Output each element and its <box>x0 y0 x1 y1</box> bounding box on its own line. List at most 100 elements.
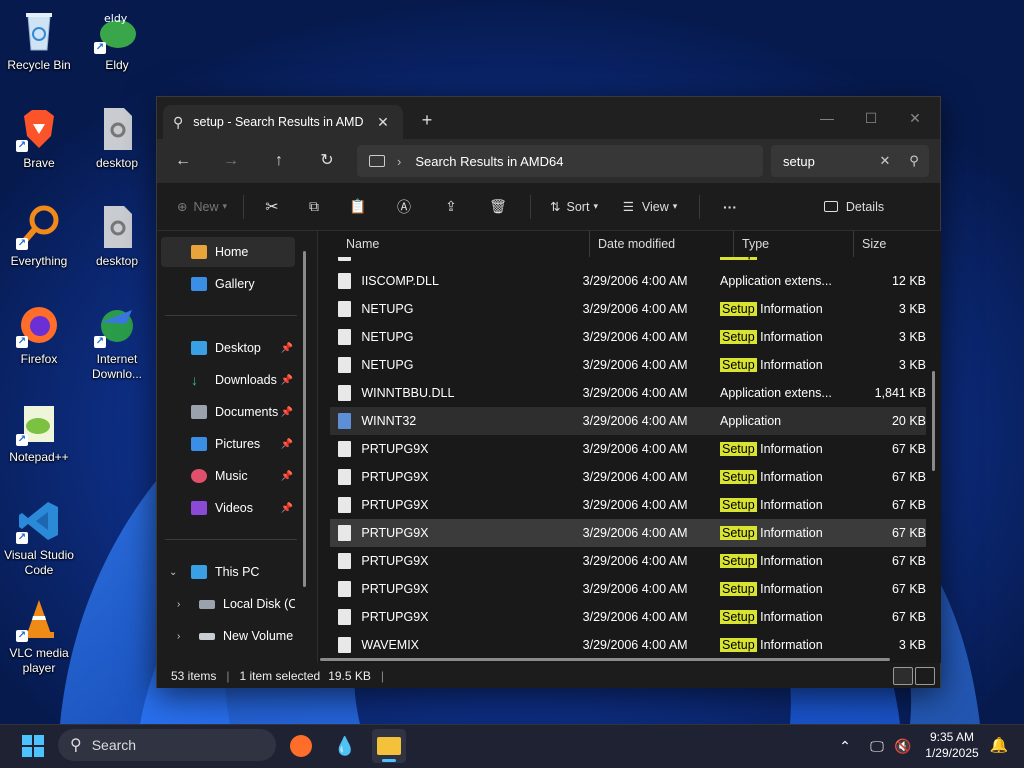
sidebar-item-videos[interactable]: Videos 📌 <box>161 493 295 523</box>
copy-button[interactable]: ⧉ <box>292 191 336 223</box>
desktop-file-icon-2[interactable]: desktop <box>79 204 155 269</box>
file-date: 3/29/2006 4:00 AM <box>582 386 688 400</box>
sidebar-item-local-disk[interactable]: › Local Disk (C:) <box>161 589 295 619</box>
sidebar-item-label: Pictures <box>215 437 261 451</box>
table-row[interactable]: PRTUPG9X 3/29/2006 4:00 AM Setup Informati… <box>330 435 926 463</box>
vscode-desktop-icon[interactable]: ↗ Visual Studio Code <box>1 498 77 578</box>
maximize-button[interactable]: ☐ <box>849 103 893 133</box>
clock[interactable]: 9:35 AM 1/29/2025 <box>920 729 984 761</box>
back-button[interactable]: ← <box>167 145 199 177</box>
sidebar-item-pictures[interactable]: Pictures 📌 <box>161 429 295 459</box>
file-type-text: Information <box>756 610 823 624</box>
sidebar-item-label: This PC <box>215 565 260 579</box>
chevron-down-icon[interactable]: ⌄ <box>169 567 177 578</box>
file-icon <box>338 469 352 485</box>
details-view-toggle[interactable] <box>893 667 913 685</box>
vlc-desktop-icon[interactable]: ↗ VLC media player <box>1 596 77 676</box>
up-button[interactable]: ↑ <box>263 145 295 177</box>
new-button[interactable]: ⊕ New ▾ <box>169 191 235 223</box>
search-highlight: Setup <box>719 526 757 540</box>
table-row[interactable]: PRTUPG9X 3/29/2006 4:00 AM Setup Informati… <box>330 575 926 603</box>
address-bar[interactable]: › Search Results in AMD64 <box>357 145 763 177</box>
sidebar-item-new-volume[interactable]: › New Volume (I <box>161 621 295 651</box>
firefox-desktop-icon[interactable]: ↗ Firefox <box>1 302 77 367</box>
view-button[interactable]: ☰ View ▾ <box>609 191 691 223</box>
search-icon[interactable]: ⚲ <box>899 153 929 169</box>
rename-button[interactable]: Ⓐ <box>380 191 428 223</box>
close-window-button[interactable]: ✕ <box>893 103 937 133</box>
bell-icon: 🔔 <box>989 737 1009 754</box>
horizontal-scrollbar[interactable] <box>320 658 890 661</box>
sidebar-item-home[interactable]: Home <box>161 237 295 267</box>
everything-desktop-icon[interactable]: ↗ Everything <box>1 204 77 269</box>
column-header-size[interactable]: Size <box>854 231 934 257</box>
column-header-name[interactable]: Name <box>318 231 590 257</box>
new-tab-button[interactable]: + <box>415 109 439 133</box>
tab-title: setup - Search Results in AMD <box>193 115 364 129</box>
column-header-type[interactable]: Type <box>734 231 854 257</box>
paste-button[interactable]: 📋 <box>336 191 380 223</box>
tiles-view-toggle[interactable] <box>915 667 935 685</box>
sidebar-item-documents[interactable]: Documents 📌 <box>161 397 295 427</box>
table-row[interactable]: NETUPG 3/29/2006 4:00 AM Setup Information… <box>330 295 926 323</box>
notepadpp-desktop-icon[interactable]: ↗ Notepad++ <box>1 400 77 465</box>
vertical-scrollbar[interactable] <box>932 371 935 471</box>
file-size: 67 KB <box>891 498 926 512</box>
idm-desktop-icon[interactable]: ↗ Internet Downlo... <box>79 302 155 382</box>
sidebar-item-downloads[interactable]: ↓ Downloads 📌 <box>161 365 295 395</box>
column-label: Type <box>742 237 770 251</box>
table-row[interactable]: WINNTBBU.DLL 3/29/2006 4:00 AM Application… <box>330 379 926 407</box>
more-options-button[interactable]: ··· <box>708 191 752 223</box>
desktop-file-icon-1[interactable]: desktop <box>79 106 155 171</box>
eldy-desktop-icon[interactable]: eldy ↗ Eldy <box>79 8 155 73</box>
table-row[interactable]: PRTUPG9X 3/29/2006 4:00 AM Setup Informati… <box>330 491 926 519</box>
forward-button[interactable]: → <box>215 145 247 177</box>
details-pane-button[interactable]: Details <box>814 191 894 223</box>
delete-button[interactable]: 🗑 <box>474 191 522 223</box>
command-bar: ⊕ New ▾ ✂ ⧉ 📋 Ⓐ ⇪ 🗑 ⇅ Sort ▾ ☰ View ▾ ··… <box>157 183 940 231</box>
search-input[interactable]: setup <box>783 154 871 169</box>
start-button[interactable] <box>16 729 50 763</box>
volume-button[interactable]: 🔇 <box>886 729 920 763</box>
share-button[interactable]: ⇪ <box>428 191 474 223</box>
taskbar-app-drop[interactable]: 💧 <box>328 729 362 763</box>
minimize-button[interactable]: — <box>805 103 849 133</box>
show-hidden-icons-button[interactable]: ⌃ <box>828 729 862 763</box>
search-box[interactable]: setup ✕ ⚲ <box>771 145 929 177</box>
table-row[interactable]: NETUPG 3/29/2006 4:00 AM Setup Information… <box>330 323 926 351</box>
table-row[interactable]: PRTUPG9X 3/29/2006 4:00 AM Setup Informati… <box>330 547 926 575</box>
clear-search-icon[interactable]: ✕ <box>871 153 899 169</box>
cut-button[interactable]: ✂ <box>252 191 292 223</box>
column-header-date[interactable]: Date modified <box>590 231 734 257</box>
sidebar-scrollbar[interactable] <box>303 251 306 587</box>
table-row[interactable]: NETUPG 3/29/2006 4:00 AM Setup Information… <box>330 351 926 379</box>
chevron-right-icon[interactable]: › <box>177 631 180 642</box>
chevron-right-icon[interactable]: › <box>177 599 180 610</box>
svg-text:eldy: eldy <box>104 12 128 25</box>
ellipsis-icon: ··· <box>723 198 737 215</box>
sidebar-item-music[interactable]: Music 📌 <box>161 461 295 491</box>
sidebar-item-label: Videos <box>215 501 253 515</box>
table-row[interactable]: WINNT32 3/29/2006 4:00 AM Application 20 KB <box>330 407 926 435</box>
taskbar-search[interactable]: ⚲ Search <box>58 729 276 761</box>
sidebar-item-desktop[interactable]: Desktop 📌 <box>161 333 295 363</box>
file-type-text: Application extens... <box>719 386 832 400</box>
notifications-button[interactable]: 🔔 <box>982 729 1016 763</box>
file-size: 3 KB <box>898 302 926 316</box>
table-row[interactable]: IISCOMP.DLL 3/29/2006 4:00 AM Application … <box>330 267 926 295</box>
tab-search-results[interactable]: ⚲ setup - Search Results in AMD ✕ <box>163 105 403 139</box>
sidebar-item-gallery[interactable]: Gallery <box>161 269 295 299</box>
recycle-bin-desktop-icon[interactable]: Recycle Bin <box>1 8 77 73</box>
table-row[interactable]: PRTUPG9X 3/29/2006 4:00 AM Setup Informati… <box>330 603 926 631</box>
taskbar-firefox[interactable] <box>284 729 318 763</box>
taskbar-file-explorer[interactable] <box>372 729 406 763</box>
table-row[interactable]: PRTUPG9X 3/29/2006 4:00 AM Setup Informati… <box>330 519 926 547</box>
close-tab-icon[interactable]: ✕ <box>373 114 393 131</box>
sidebar-item-this-pc[interactable]: ⌄ This PC <box>161 557 295 587</box>
brave-desktop-icon[interactable]: ↗ Brave <box>1 106 77 171</box>
table-row[interactable]: PRTUPG9X 3/29/2006 4:00 AM Setup Informati… <box>330 463 926 491</box>
file-name: WINNTBBU.DLL <box>361 386 455 400</box>
table-row[interactable]: WAVEMIX 3/29/2006 4:00 AM Setup Informatio… <box>330 631 926 659</box>
sort-button[interactable]: ⇅ Sort ▾ <box>539 191 609 223</box>
refresh-button[interactable]: ↻ <box>311 145 343 177</box>
